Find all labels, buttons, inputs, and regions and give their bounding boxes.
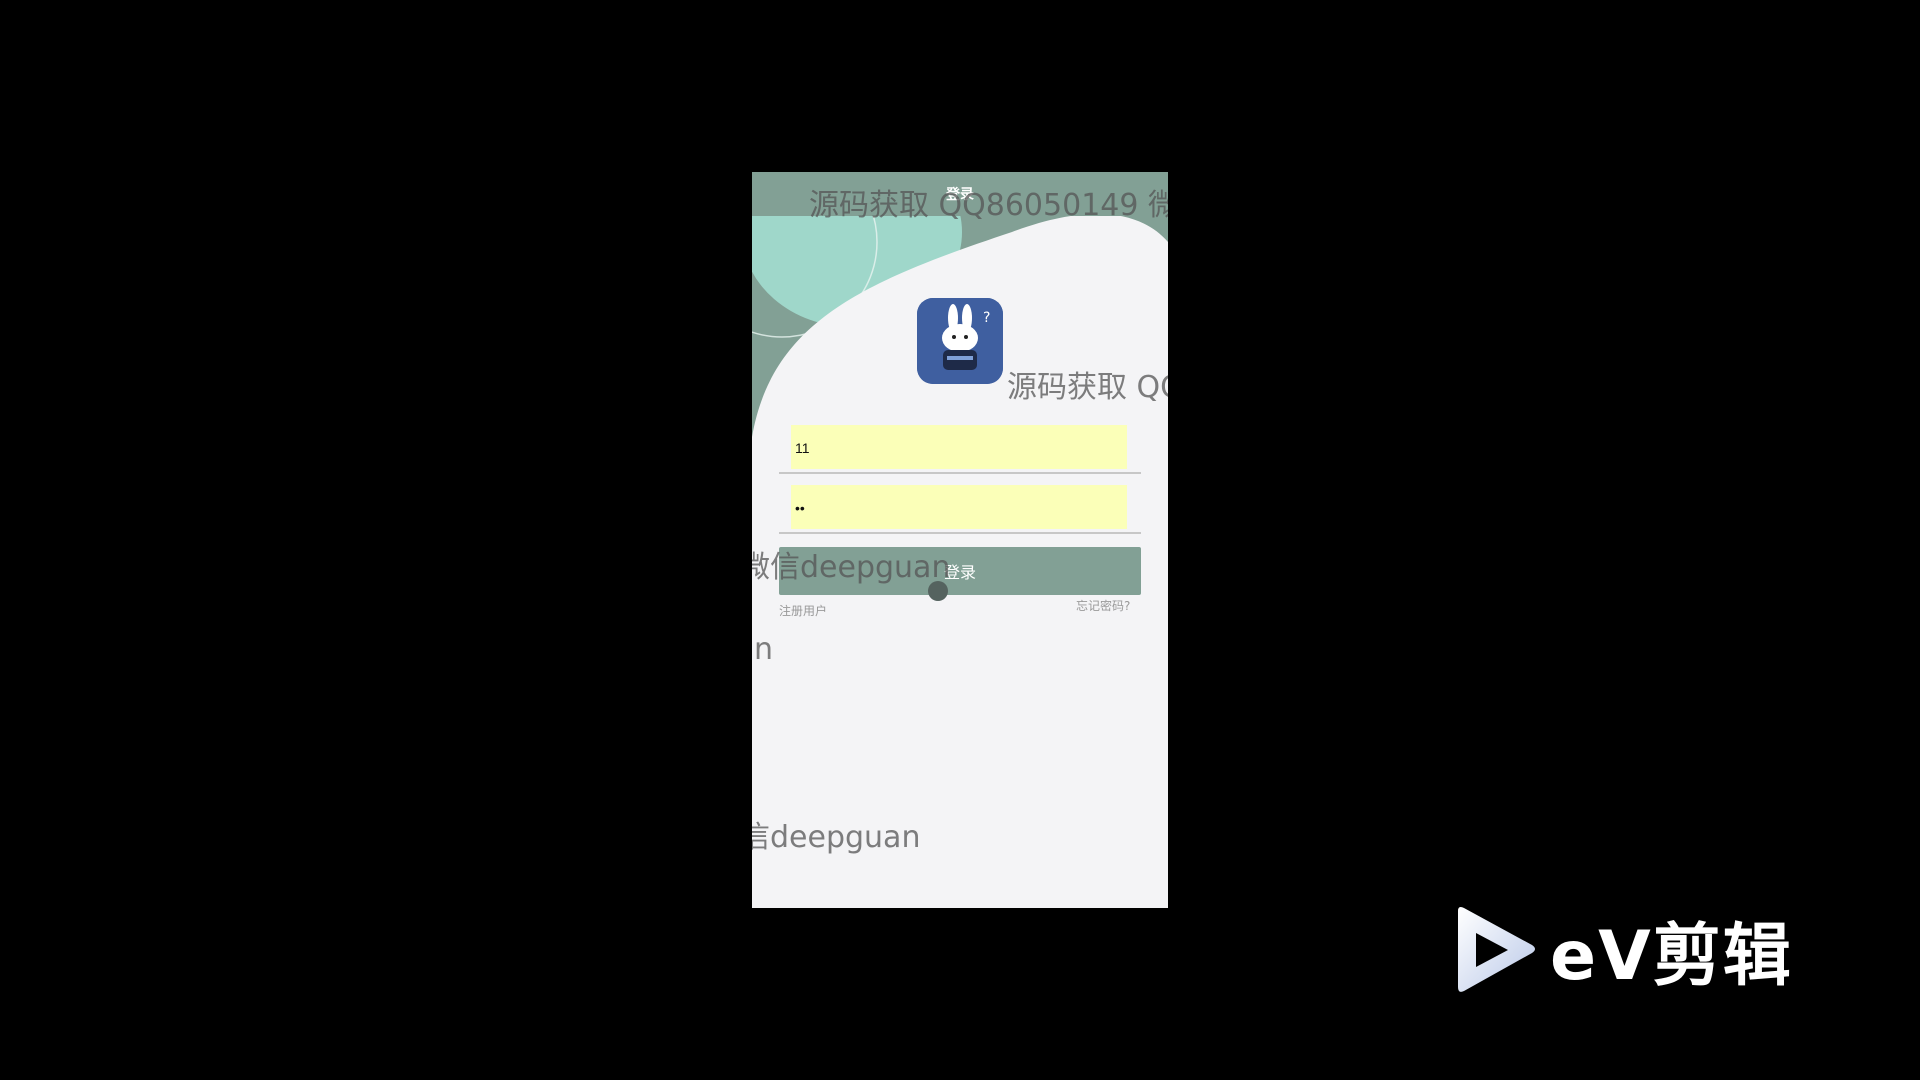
svg-text:?: ? bbox=[983, 310, 990, 326]
forgot-password-link[interactable]: 忘记密码? bbox=[1076, 597, 1130, 614]
password-field bbox=[779, 485, 1141, 534]
watermark-text: n bbox=[754, 632, 774, 667]
username-input[interactable] bbox=[793, 433, 1117, 463]
watermark-text: 源码获取 QQ86050149 微 bbox=[809, 188, 1168, 223]
phone-screen: 登录 ? 登录 注册用户 忘记密码? 源码获取 QQ86050149 微 源码获… bbox=[752, 172, 1168, 908]
watermark-text: 微信deepguan bbox=[752, 550, 951, 585]
brand-name: eV剪辑 bbox=[1550, 917, 1793, 996]
register-link[interactable]: 注册用户 bbox=[779, 602, 827, 619]
password-input[interactable] bbox=[793, 493, 1117, 523]
play-icon bbox=[1458, 907, 1535, 992]
watermark-text: 信deepguan bbox=[752, 820, 921, 855]
watermark-text: 源码获取 QQ bbox=[1007, 370, 1168, 405]
app-logo: ? bbox=[917, 298, 1003, 384]
username-field bbox=[779, 425, 1141, 474]
bunny-mascot-icon: ? bbox=[917, 298, 1003, 384]
